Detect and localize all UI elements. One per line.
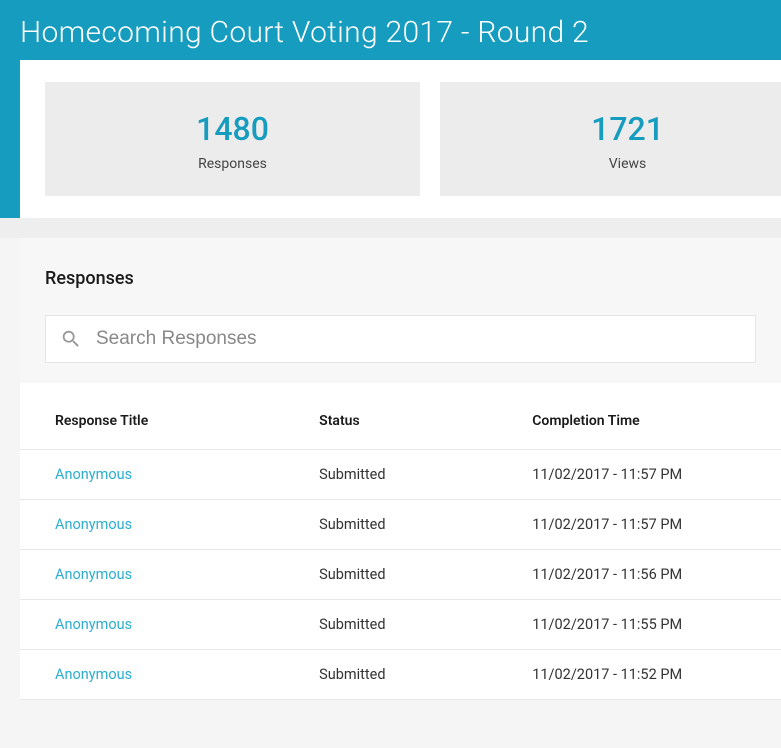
completion-cell: 11/02/2017 - 11:57 PM bbox=[522, 500, 781, 550]
stat-box-views: 1721 Views bbox=[440, 82, 781, 196]
stat-label: Views bbox=[450, 156, 781, 172]
table-row: Anonymous Submitted 11/02/2017 - 11:56 P… bbox=[20, 550, 781, 600]
response-link[interactable]: Anonymous bbox=[55, 466, 132, 483]
response-link[interactable]: Anonymous bbox=[55, 566, 132, 583]
status-cell: Submitted bbox=[309, 500, 522, 550]
responses-table-container: Response Title Status Completion Time An… bbox=[20, 383, 781, 700]
completion-cell: 11/02/2017 - 11:57 PM bbox=[522, 450, 781, 500]
status-cell: Submitted bbox=[309, 550, 522, 600]
table-row: Anonymous Submitted 11/02/2017 - 11:57 P… bbox=[20, 500, 781, 550]
stat-box-responses: 1480 Responses bbox=[45, 82, 420, 196]
completion-cell: 11/02/2017 - 11:55 PM bbox=[522, 600, 781, 650]
status-cell: Submitted bbox=[309, 450, 522, 500]
responses-header: Responses bbox=[20, 238, 781, 383]
completion-cell: 11/02/2017 - 11:52 PM bbox=[522, 650, 781, 700]
completion-cell: 11/02/2017 - 11:56 PM bbox=[522, 550, 781, 600]
column-header-completion[interactable]: Completion Time bbox=[522, 383, 781, 450]
stat-label: Responses bbox=[55, 156, 410, 172]
stats-container: 1480 Responses 1721 Views bbox=[0, 60, 781, 218]
responses-table: Response Title Status Completion Time An… bbox=[20, 383, 781, 700]
stat-value: 1480 bbox=[55, 110, 410, 148]
header-bar: Homecoming Court Voting 2017 - Round 2 bbox=[0, 0, 781, 60]
status-cell: Submitted bbox=[309, 650, 522, 700]
column-header-status[interactable]: Status bbox=[309, 383, 522, 450]
section-gap bbox=[0, 218, 781, 238]
search-wrapper[interactable] bbox=[45, 315, 756, 363]
table-row: Anonymous Submitted 11/02/2017 - 11:55 P… bbox=[20, 600, 781, 650]
table-row: Anonymous Submitted 11/02/2017 - 11:57 P… bbox=[20, 450, 781, 500]
page-title: Homecoming Court Voting 2017 - Round 2 bbox=[20, 15, 761, 50]
responses-section: Responses Response Title Status Completi… bbox=[20, 238, 781, 700]
column-header-title[interactable]: Response Title bbox=[20, 383, 309, 450]
search-icon bbox=[60, 328, 82, 350]
table-row: Anonymous Submitted 11/02/2017 - 11:52 P… bbox=[20, 650, 781, 700]
table-header-row: Response Title Status Completion Time bbox=[20, 383, 781, 450]
response-link[interactable]: Anonymous bbox=[55, 516, 132, 533]
responses-title: Responses bbox=[45, 268, 756, 289]
stats-card: 1480 Responses 1721 Views bbox=[20, 60, 781, 218]
response-link[interactable]: Anonymous bbox=[55, 666, 132, 683]
search-input[interactable] bbox=[96, 328, 741, 350]
status-cell: Submitted bbox=[309, 600, 522, 650]
stat-value: 1721 bbox=[450, 110, 781, 148]
table-body: Anonymous Submitted 11/02/2017 - 11:57 P… bbox=[20, 450, 781, 700]
response-link[interactable]: Anonymous bbox=[55, 616, 132, 633]
